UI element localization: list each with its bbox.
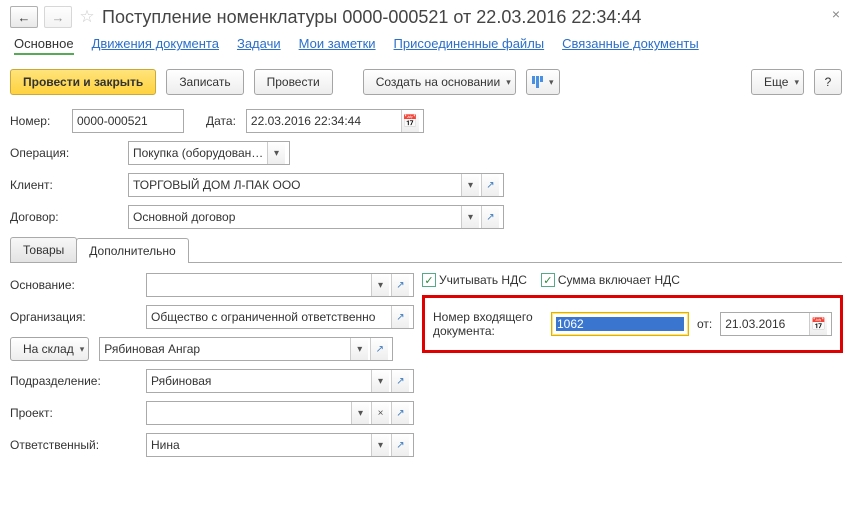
number-label: Номер:	[10, 114, 66, 128]
include-vat-label: Учитывать НДС	[439, 273, 527, 287]
responsible-input[interactable]: Нина ▾ ↗	[146, 433, 414, 457]
chevron-down-icon: ▾	[80, 344, 85, 355]
dropdown-icon[interactable]: ▾	[461, 206, 479, 228]
operation-label: Операция:	[10, 146, 122, 160]
chevron-down-icon: ▾	[549, 77, 554, 88]
nav-tasks[interactable]: Задачи	[237, 36, 281, 55]
nav-back-button[interactable]: ←	[10, 6, 38, 28]
to-warehouse-button[interactable]: На склад ▾	[10, 337, 89, 361]
help-button[interactable]: ?	[814, 69, 842, 95]
dropdown-icon[interactable]: ▾	[350, 338, 368, 360]
nav-related[interactable]: Связанные документы	[562, 36, 699, 55]
checkbox-icon: ✓	[541, 273, 555, 287]
sum-includes-vat-label: Сумма включает НДС	[558, 273, 680, 287]
nav-main[interactable]: Основное	[14, 36, 74, 55]
dropdown-icon[interactable]: ▾	[351, 402, 369, 424]
basis-label: Основание:	[10, 278, 140, 292]
incoming-from-label: от:	[697, 317, 712, 331]
registers-button[interactable]: ▾	[526, 69, 560, 95]
organization-label: Организация:	[10, 310, 140, 324]
bar-chart-icon	[532, 76, 543, 88]
open-icon[interactable]: ↗	[370, 338, 388, 360]
number-input[interactable]: 0000-000521	[72, 109, 184, 133]
clear-icon[interactable]: ×	[371, 402, 389, 424]
dropdown-icon[interactable]: ▾	[267, 142, 285, 164]
warehouse-input[interactable]: Рябиновая Ангар ▾ ↗	[99, 337, 393, 361]
dropdown-icon[interactable]: ▾	[371, 274, 389, 296]
more-button[interactable]: Еще ▾	[751, 69, 804, 95]
open-icon[interactable]: ↗	[391, 274, 409, 296]
nav-attachments[interactable]: Присоединенные файлы	[394, 36, 545, 55]
dropdown-icon[interactable]: ▾	[461, 174, 479, 196]
incoming-doc-number-input[interactable]: 1062	[551, 312, 689, 336]
nav-forward-button[interactable]: →	[44, 6, 72, 28]
basis-input[interactable]: ▾ ↗	[146, 273, 414, 297]
chevron-down-icon: ▾	[794, 77, 799, 88]
project-label: Проект:	[10, 406, 140, 420]
calendar-icon[interactable]: 📅	[401, 110, 419, 132]
post-button[interactable]: Провести	[254, 69, 333, 95]
sum-includes-vat-checkbox[interactable]: ✓ Сумма включает НДС	[541, 273, 680, 287]
open-icon[interactable]: ↗	[481, 206, 499, 228]
responsible-label: Ответственный:	[10, 438, 140, 452]
favorite-star-icon[interactable]: ☆	[78, 8, 96, 26]
organization-input[interactable]: Общество с ограниченной ответственно ↗	[146, 305, 414, 329]
include-vat-checkbox[interactable]: ✓ Учитывать НДС	[422, 273, 527, 287]
create-based-on-button[interactable]: Создать на основании ▾	[363, 69, 516, 95]
client-label: Клиент:	[10, 178, 122, 192]
post-and-close-button[interactable]: Провести и закрыть	[10, 69, 156, 95]
arrow-right-icon: →	[52, 10, 65, 25]
open-icon[interactable]: ↗	[391, 402, 409, 424]
nav-movements[interactable]: Движения документа	[92, 36, 219, 55]
incoming-doc-date-input[interactable]: 21.03.2016 📅	[720, 312, 832, 336]
contract-label: Договор:	[10, 210, 122, 224]
close-button[interactable]: ×	[832, 6, 840, 22]
contract-input[interactable]: Основной договор ▾ ↗	[128, 205, 504, 229]
arrow-left-icon: ←	[18, 10, 31, 25]
calendar-icon[interactable]: 📅	[809, 313, 827, 335]
chevron-down-icon: ▾	[506, 77, 511, 88]
to-warehouse-label: На склад	[23, 342, 74, 356]
client-input[interactable]: ТОРГОВЫЙ ДОМ Л-ПАК ООО ▾ ↗	[128, 173, 504, 197]
nav-notes[interactable]: Мои заметки	[299, 36, 376, 55]
operation-input[interactable]: Покупка (оборудование, т ▾	[128, 141, 290, 165]
date-input[interactable]: 22.03.2016 22:34:44 📅	[246, 109, 424, 133]
incoming-doc-label: Номер входящего документа:	[433, 310, 543, 338]
save-button[interactable]: Записать	[166, 69, 243, 95]
tab-additional[interactable]: Дополнительно	[76, 238, 188, 263]
open-icon[interactable]: ↗	[481, 174, 499, 196]
create-based-label: Создать на основании	[376, 75, 501, 89]
department-input[interactable]: Рябиновая ▾ ↗	[146, 369, 414, 393]
dropdown-icon[interactable]: ▾	[371, 370, 389, 392]
tab-goods[interactable]: Товары	[10, 237, 77, 262]
open-icon[interactable]: ↗	[391, 434, 409, 456]
open-icon[interactable]: ↗	[391, 370, 409, 392]
project-input[interactable]: ▾ × ↗	[146, 401, 414, 425]
page-title: Поступление номенклатуры 0000-000521 от …	[102, 7, 641, 28]
more-label: Еще	[764, 75, 788, 89]
department-label: Подразделение:	[10, 374, 140, 388]
date-label: Дата:	[206, 114, 236, 128]
open-icon[interactable]: ↗	[391, 306, 409, 328]
incoming-document-highlight: Номер входящего документа: 1062 от: 21.0…	[422, 295, 843, 353]
checkbox-icon: ✓	[422, 273, 436, 287]
dropdown-icon[interactable]: ▾	[371, 434, 389, 456]
